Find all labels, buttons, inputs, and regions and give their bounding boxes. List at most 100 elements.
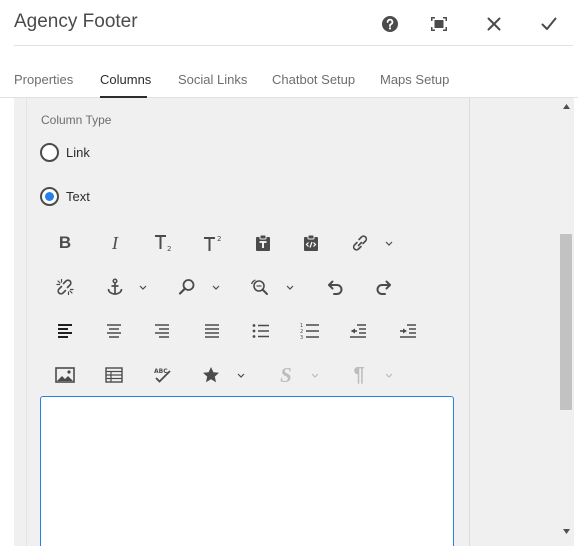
- paste-code-icon: [304, 234, 318, 251]
- subscript-icon: 2: [155, 235, 171, 252]
- radio-link[interactable]: [40, 143, 59, 162]
- anchor-button[interactable]: [105, 275, 125, 299]
- redo-icon: [376, 280, 391, 295]
- superscript-icon: 2: [204, 235, 221, 251]
- fullscreen-button[interactable]: [425, 10, 453, 38]
- radio-text-label[interactable]: Text: [66, 189, 90, 204]
- styles-button[interactable]: S: [276, 363, 296, 387]
- chevron-down-icon: [139, 285, 147, 290]
- chevron-down-icon: [385, 241, 393, 246]
- svg-text:2: 2: [217, 235, 221, 243]
- undo-icon: [328, 280, 343, 295]
- find-replace-icon: [250, 279, 268, 295]
- anchor-options-dropdown[interactable]: [138, 282, 148, 292]
- numbered-list-icon: 1 2 3: [300, 323, 319, 340]
- align-center-icon: [107, 324, 121, 338]
- chevron-down-icon: [311, 373, 319, 378]
- find-icon: [178, 279, 195, 295]
- link-icon: [352, 235, 368, 251]
- tab-social-links[interactable]: Social Links: [178, 72, 247, 87]
- paragraph-format-button[interactable]: ¶: [349, 363, 369, 387]
- subscript-button[interactable]: 2: [154, 231, 174, 255]
- paste-text-button[interactable]: [254, 231, 272, 255]
- paste-text-icon: [256, 234, 270, 251]
- bold-icon: B: [58, 233, 72, 252]
- arrow-up-icon: [562, 103, 570, 109]
- panel-left-border: [26, 98, 27, 546]
- outdent-icon: [350, 324, 366, 338]
- svg-text:3: 3: [300, 335, 303, 340]
- tab-chatbot-setup[interactable]: Chatbot Setup: [272, 72, 355, 87]
- paragraph-format-dropdown[interactable]: [384, 370, 394, 380]
- scroll-down-button[interactable]: [560, 526, 572, 536]
- svg-text:2: 2: [167, 245, 171, 252]
- bullet-list-icon: [252, 324, 269, 338]
- align-center-button[interactable]: [105, 319, 123, 343]
- image-button[interactable]: [55, 363, 75, 387]
- spellcheck-button[interactable]: ABC: [153, 363, 173, 387]
- unlink-button[interactable]: [55, 275, 75, 299]
- tab-panel: Column Type Link Text B I 2 2 1 2 3 ABC …: [14, 98, 574, 546]
- italic-icon: I: [112, 232, 118, 253]
- align-left-icon: [58, 324, 72, 338]
- column-type-label: Column Type: [41, 113, 112, 127]
- arrow-down-icon: [562, 528, 570, 534]
- scrollbar-thumb[interactable]: [560, 234, 572, 410]
- panel-divider: [469, 98, 470, 546]
- spellcheck-icon: ABC: [154, 368, 171, 383]
- italic-button[interactable]: I: [106, 231, 124, 255]
- table-icon: [105, 367, 123, 383]
- fullscreen-icon: [431, 17, 447, 31]
- align-left-button[interactable]: [56, 319, 74, 343]
- dialog-header: Agency Footer: [0, 0, 578, 46]
- special-chars-dropdown[interactable]: [236, 370, 246, 380]
- tab-columns[interactable]: Columns: [100, 72, 151, 87]
- justify-button[interactable]: [203, 319, 221, 343]
- special-chars-button[interactable]: [201, 363, 221, 387]
- chevron-down-icon: [385, 373, 393, 378]
- superscript-button[interactable]: 2: [203, 231, 225, 255]
- bold-button[interactable]: B: [56, 231, 74, 255]
- paste-code-button[interactable]: [302, 231, 320, 255]
- bullet-list-button[interactable]: [252, 319, 270, 343]
- close-icon: [487, 17, 501, 31]
- indent-icon: [400, 324, 416, 338]
- numbered-list-button[interactable]: 1 2 3: [300, 319, 320, 343]
- close-button[interactable]: [480, 10, 508, 38]
- indent-button[interactable]: [398, 319, 418, 343]
- scroll-up-button[interactable]: [560, 101, 572, 111]
- radio-text[interactable]: [40, 187, 59, 206]
- align-right-icon: [155, 324, 169, 338]
- dialog-title: Agency Footer: [14, 11, 138, 32]
- find-button[interactable]: [177, 275, 197, 299]
- link-button[interactable]: [350, 231, 370, 255]
- undo-button[interactable]: [325, 275, 345, 299]
- styles-icon: S: [280, 362, 292, 387]
- outdent-button[interactable]: [348, 319, 368, 343]
- tab-properties[interactable]: Properties: [14, 72, 73, 87]
- checkmark-icon: [541, 17, 557, 30]
- find-options-dropdown[interactable]: [211, 282, 221, 292]
- link-options-dropdown[interactable]: [384, 238, 394, 248]
- find-replace-button[interactable]: [250, 275, 272, 299]
- tab-bar: Properties Columns Social Links Chatbot …: [0, 46, 578, 98]
- star-icon: [203, 367, 219, 383]
- anchor-icon: [107, 278, 123, 295]
- help-button[interactable]: [376, 10, 404, 38]
- align-right-button[interactable]: [153, 319, 171, 343]
- done-button[interactable]: [535, 10, 563, 38]
- chevron-down-icon: [237, 373, 245, 378]
- radio-link-label[interactable]: Link: [66, 145, 90, 160]
- table-button[interactable]: [104, 363, 124, 387]
- justify-icon: [205, 324, 219, 338]
- redo-button[interactable]: [374, 275, 394, 299]
- styles-dropdown[interactable]: [310, 370, 320, 380]
- paragraph-icon: ¶: [353, 363, 365, 386]
- find-replace-options-dropdown[interactable]: [285, 282, 295, 292]
- unlink-icon: [56, 278, 74, 296]
- rich-text-editor[interactable]: [40, 396, 454, 546]
- tab-maps-setup[interactable]: Maps Setup: [380, 72, 449, 87]
- chevron-down-icon: [286, 285, 294, 290]
- chevron-down-icon: [212, 285, 220, 290]
- help-icon: [382, 16, 398, 32]
